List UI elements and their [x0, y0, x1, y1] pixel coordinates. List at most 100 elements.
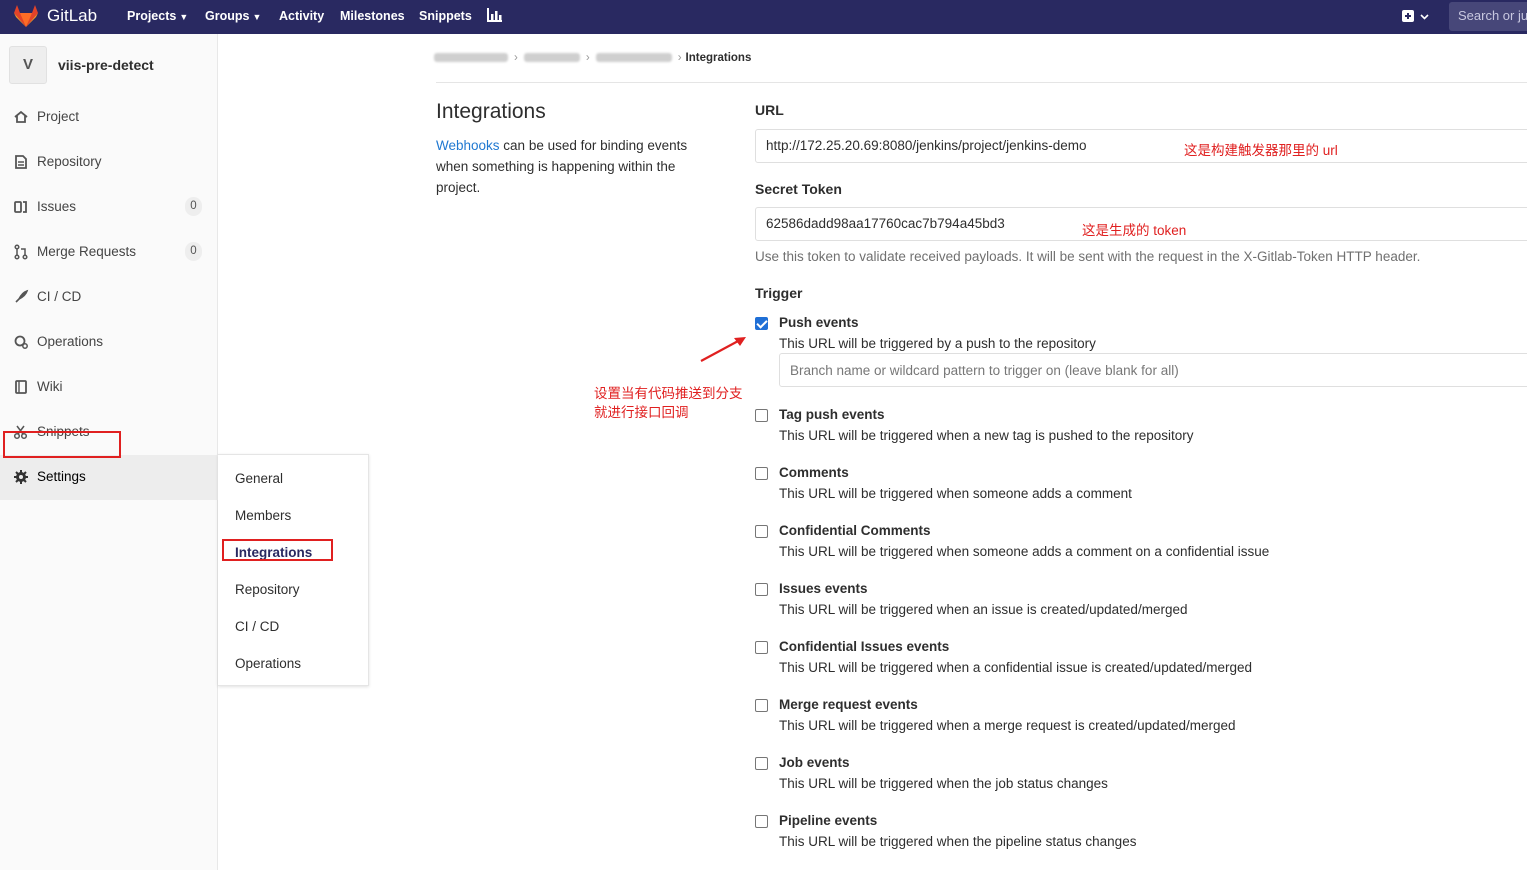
new-item-plus-icon[interactable]	[1401, 8, 1431, 25]
breadcrumb-separator: ›	[677, 52, 682, 64]
trigger-title: Tag push events	[779, 407, 885, 422]
nav-milestones[interactable]: Milestones	[340, 9, 405, 23]
push-annotation: 设置当有代码推送到分支 就进行接口回调	[594, 384, 743, 422]
sidebar-item-ci-cd[interactable]: CI / CD	[0, 275, 218, 320]
sidebar-item-merge-requests[interactable]: Merge Requests 0	[0, 230, 218, 275]
sidebar-item-wiki[interactable]: Wiki	[0, 365, 218, 410]
settings-highlight-box	[3, 431, 121, 458]
sidebar-item-label: Wiki	[37, 379, 63, 394]
breadcrumb: › › › Integrations	[432, 52, 751, 64]
url-annotation: 这是构建触发器那里的 url	[1184, 143, 1338, 158]
trigger-title: Pipeline events	[779, 813, 878, 828]
branch-filter-input[interactable]: Branch name or wildcard pattern to trigg…	[779, 353, 1527, 387]
settings-flyout-menu: General Members Integrations Repository …	[218, 454, 369, 686]
book-icon	[15, 380, 27, 394]
trigger-title: Merge request events	[779, 697, 918, 712]
nav-groups[interactable]: Groups ▼	[205, 9, 261, 23]
tag-push-events-checkbox[interactable]	[755, 409, 768, 422]
avatar: V	[9, 46, 47, 84]
merge-request-events-checkbox[interactable]	[755, 699, 768, 712]
confidential-issues-events-checkbox[interactable]	[755, 641, 768, 654]
token-annotation: 这是生成的 token	[1082, 223, 1187, 238]
trigger-comments: Comments This URL will be triggered when…	[755, 465, 1527, 509]
cloud-gear-icon	[14, 335, 28, 349]
secret-token-help: Use this token to validate received payl…	[755, 249, 1421, 264]
trigger-description: This URL will be triggered when someone …	[779, 486, 1132, 501]
trigger-description: This URL will be triggered when the pipe…	[779, 834, 1137, 849]
trigger-job-events: Job events This URL will be triggered wh…	[755, 755, 1527, 799]
trigger-label: Trigger	[755, 285, 803, 301]
nav-projects[interactable]: Projects ▼	[127, 9, 188, 23]
comments-checkbox[interactable]	[755, 467, 768, 480]
trigger-title: Issues events	[779, 581, 868, 596]
sidebar-item-label: Operations	[37, 334, 104, 349]
sidebar-item-label: Repository	[37, 154, 102, 169]
trigger-description: This URL will be triggered when someone …	[779, 544, 1270, 559]
merge-requests-count-badge: 0	[185, 242, 202, 261]
trigger-title: Confidential Comments	[779, 523, 931, 538]
url-label: URL	[755, 102, 784, 118]
sidebar-item-label: Issues	[37, 199, 77, 214]
sidebar-item-project[interactable]: Project	[0, 95, 218, 140]
trigger-title: Job events	[779, 755, 850, 770]
breadcrumb-separator: ›	[514, 52, 518, 64]
chevron-down-icon: ▼	[252, 12, 262, 22]
sidebar-item-label: CI / CD	[37, 289, 82, 304]
breadcrumb-redacted-item[interactable]	[523, 53, 580, 63]
chevron-down-icon: ▼	[179, 12, 189, 22]
confidential-comments-checkbox[interactable]	[755, 525, 768, 538]
sidebar-item-settings[interactable]: Settings	[0, 455, 218, 500]
trigger-description: This URL will be triggered when an issue…	[779, 602, 1188, 617]
issues-events-checkbox[interactable]	[755, 583, 768, 596]
trigger-description: This URL will be triggered by a push to …	[779, 336, 1096, 351]
trigger-description: This URL will be triggered when a merge …	[779, 718, 1236, 733]
flyout-item-general[interactable]: General	[235, 471, 283, 486]
flyout-item-ci-cd[interactable]: CI / CD	[235, 619, 279, 634]
chart-icon[interactable]	[487, 8, 502, 22]
flyout-item-members[interactable]: Members	[235, 508, 291, 523]
breadcrumb-redacted-item[interactable]	[595, 53, 672, 63]
home-icon	[14, 110, 28, 123]
trigger-issues-events: Issues events This URL will be triggered…	[755, 581, 1527, 625]
trigger-description: This URL will be triggered when a new ta…	[779, 428, 1194, 443]
trigger-merge-request-events: Merge request events This URL will be tr…	[755, 697, 1527, 741]
trigger-title: Confidential Issues events	[779, 639, 950, 654]
sidebar-item-label: Settings	[37, 469, 86, 484]
push-events-checkbox[interactable]	[755, 317, 768, 330]
job-events-checkbox[interactable]	[755, 757, 768, 770]
webhooks-link[interactable]: Webhooks	[436, 138, 500, 153]
sidebar-item-label: Merge Requests	[37, 244, 137, 259]
sidebar-project-header[interactable]: V viis-pre-detect	[0, 34, 218, 98]
push-annotation-line: 设置当有代码推送到分支	[594, 386, 743, 401]
breadcrumb-current[interactable]: Integrations	[686, 52, 752, 64]
issues-count-badge: 0	[185, 197, 202, 216]
search-input[interactable]: Search or jump to…	[1449, 2, 1527, 31]
sidebar-item-issues[interactable]: Issues 0	[0, 185, 218, 230]
sidebar-item-repository[interactable]: Repository	[0, 140, 218, 185]
doc-icon	[15, 155, 27, 169]
trigger-pipeline-events: Pipeline events This URL will be trigger…	[755, 813, 1527, 857]
trigger-tag-push-events: Tag push events This URL will be trigger…	[755, 407, 1527, 451]
page-title: Integrations	[436, 100, 546, 123]
brand-name[interactable]: GitLab	[47, 6, 97, 26]
push-annotation-line: 就进行接口回调	[594, 405, 689, 420]
rocket-icon	[15, 289, 29, 303]
flyout-item-operations[interactable]: Operations	[235, 656, 301, 671]
trigger-confidential-issues-events: Confidential Issues events This URL will…	[755, 639, 1527, 683]
sidebar-item-operations[interactable]: Operations	[0, 320, 218, 365]
integrations-description: Webhooks can be used for binding events …	[436, 135, 721, 198]
trigger-title: Comments	[779, 465, 849, 480]
annotation-arrow-icon	[700, 337, 746, 362]
pipeline-events-checkbox[interactable]	[755, 815, 768, 828]
breadcrumb-divider	[436, 82, 1527, 83]
flyout-item-repository[interactable]: Repository	[235, 582, 300, 597]
gear-icon	[14, 470, 28, 484]
integrations-highlight-box	[222, 539, 333, 561]
secret-token-label: Secret Token	[755, 181, 842, 197]
url-input[interactable]: http://172.25.20.69:8080/jenkins/project…	[755, 129, 1527, 163]
gitlab-logo-icon[interactable]	[13, 4, 39, 28]
nav-activity[interactable]: Activity	[279, 9, 324, 23]
breadcrumb-redacted-item[interactable]	[434, 53, 508, 63]
nav-snippets[interactable]: Snippets	[419, 9, 472, 23]
trigger-confidential-comments: Confidential Comments This URL will be t…	[755, 523, 1527, 567]
